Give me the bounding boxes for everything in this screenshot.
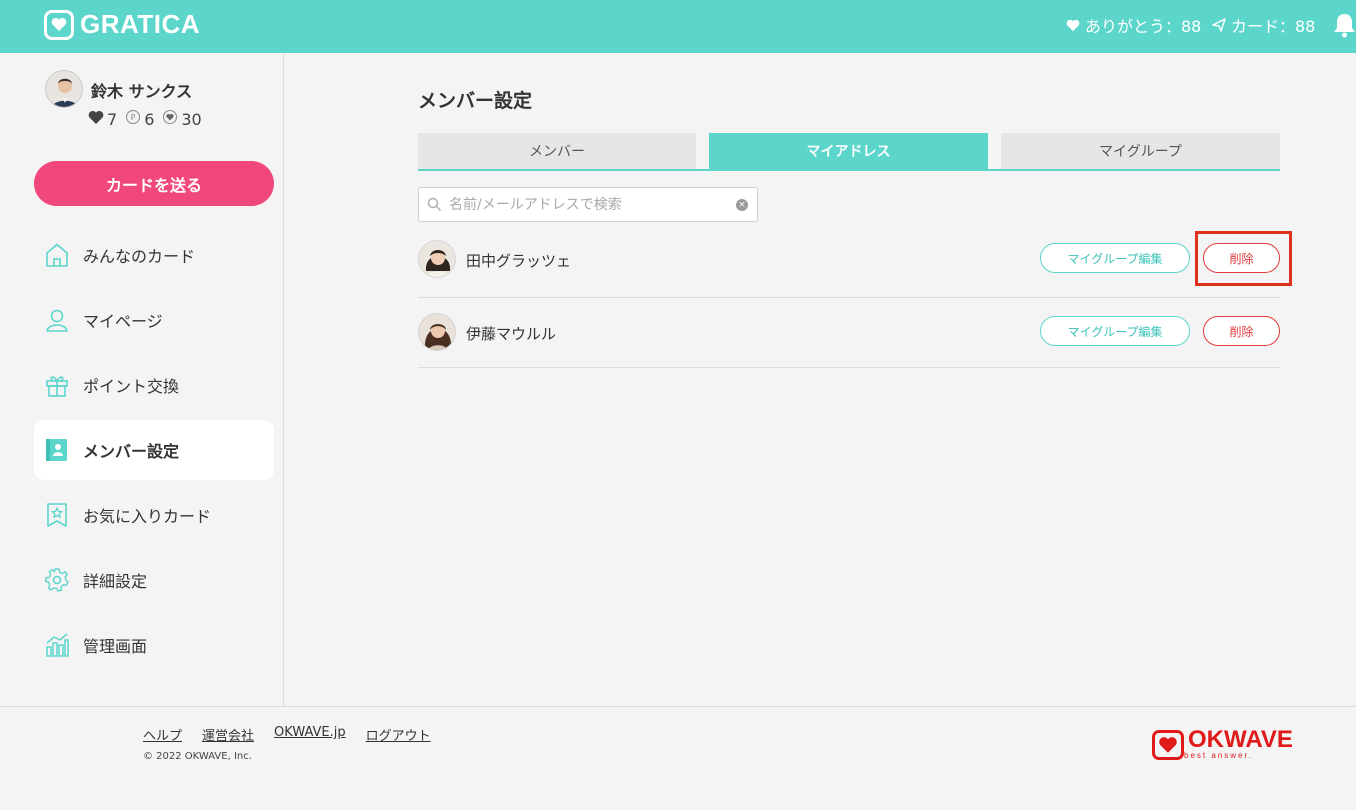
- footer-link-help[interactable]: ヘルプ: [143, 725, 182, 744]
- heart-icon: [88, 110, 104, 129]
- footer-link-okwave[interactable]: OKWAVE.jp: [274, 725, 346, 744]
- top-header: GRATICA ありがとう：88 カード：88: [0, 0, 1356, 53]
- sidebar-item-detail-settings[interactable]: 詳細設定: [34, 550, 274, 610]
- contact-book-icon: [44, 437, 70, 463]
- thanks-label: ありがとう：88: [1085, 17, 1202, 36]
- delete-button[interactable]: 削除: [1203, 316, 1280, 346]
- member-name: 伊藤マウルル: [466, 325, 557, 343]
- edit-group-button[interactable]: マイグループ編集: [1040, 243, 1190, 273]
- bookmark-star-icon: [44, 502, 70, 528]
- sidebar-item-label: 詳細設定: [83, 572, 148, 591]
- heart-stat: 7: [88, 110, 117, 129]
- send-card-button[interactable]: カードを送る: [34, 161, 274, 206]
- footer-link-company[interactable]: 運営会社: [202, 725, 254, 744]
- sidebar-item-label: マイページ: [83, 312, 163, 331]
- person-icon: [44, 307, 70, 333]
- point-coin-icon: P: [125, 109, 141, 129]
- thanks-counter: ありがとう：88: [1066, 13, 1201, 37]
- okwave-logo[interactable]: OKWAVE best answer.: [1152, 726, 1293, 760]
- points-count: 6: [144, 109, 155, 129]
- tab-my-address[interactable]: マイアドレス: [709, 133, 988, 169]
- paper-plane-icon: [1212, 18, 1226, 32]
- sidebar-item-my-page[interactable]: マイページ: [34, 290, 274, 350]
- sidebar-item-label: メンバー設定: [83, 442, 180, 461]
- main-content: メンバー設定 メンバー マイアドレス マイグループ × 田中グラッツェ マイグル…: [285, 53, 1356, 706]
- badges-count: 30: [181, 109, 202, 129]
- cards-label: カード：88: [1231, 17, 1316, 36]
- footer-links: ヘルプ 運営会社 OKWAVE.jp ログアウト: [143, 725, 431, 744]
- badge-stat: 30: [162, 109, 202, 129]
- sidebar-item-label: みんなのカード: [83, 247, 196, 266]
- gift-icon: [44, 372, 70, 398]
- sidebar-item-label: 管理画面: [83, 637, 148, 656]
- edit-group-button[interactable]: マイグループ編集: [1040, 316, 1190, 346]
- sidebar-item-label: お気に入りカード: [83, 507, 212, 526]
- search-icon: [427, 197, 442, 216]
- tab-bar: メンバー マイアドレス マイグループ: [418, 133, 1280, 171]
- sidebar-item-member-settings[interactable]: メンバー設定: [34, 420, 274, 480]
- heart-badge-icon: [162, 109, 178, 129]
- tab-members[interactable]: メンバー: [418, 133, 696, 169]
- svg-text:P: P: [131, 113, 136, 122]
- sidebar-item-favorite-cards[interactable]: お気に入りカード: [34, 485, 274, 545]
- heart-logo-icon: [44, 9, 74, 40]
- search-box: ×: [418, 187, 758, 222]
- sidebar: 鈴木 サンクス 7 P 6 30 カードを送る みんなのカード マイページ ポイ…: [0, 53, 284, 706]
- list-item: 伊藤マウルル マイグループ編集 削除: [418, 295, 1280, 368]
- heart-icon: [1066, 19, 1080, 32]
- highlight-box: [1195, 231, 1292, 286]
- gear-icon: [44, 567, 70, 593]
- clear-icon[interactable]: ×: [736, 199, 748, 211]
- tab-my-groups[interactable]: マイグループ: [1001, 133, 1280, 169]
- user-name: 鈴木 サンクス: [91, 82, 193, 101]
- copyright: © 2022 OKWAVE, Inc.: [143, 751, 252, 762]
- home-icon: [44, 242, 70, 268]
- sidebar-item-all-cards[interactable]: みんなのカード: [34, 225, 274, 285]
- page-title: メンバー設定: [418, 90, 533, 112]
- sidebar-item-point-exchange[interactable]: ポイント交換: [34, 355, 274, 415]
- gratica-logo[interactable]: GRATICA: [44, 9, 200, 40]
- footer-link-logout[interactable]: ログアウト: [366, 725, 431, 744]
- sidebar-item-label: ポイント交換: [83, 377, 180, 396]
- list-item: 田中グラッツェ マイグループ編集 削除: [418, 225, 1280, 298]
- okwave-brand: OKWAVE: [1188, 726, 1293, 753]
- cards-counter: カード：88: [1212, 13, 1315, 37]
- hearts-count: 7: [107, 109, 118, 129]
- avatar: [418, 240, 456, 278]
- okwave-heart-icon: [1152, 729, 1184, 760]
- member-name: 田中グラッツェ: [466, 252, 572, 270]
- avatar[interactable]: [45, 70, 83, 108]
- chart-icon: [44, 632, 70, 658]
- app-name: GRATICA: [80, 9, 201, 39]
- sidebar-item-admin[interactable]: 管理画面: [34, 615, 274, 675]
- user-stats: 7 P 6 30: [88, 109, 206, 129]
- points-stat: P 6: [125, 109, 154, 129]
- bell-icon[interactable]: [1333, 12, 1356, 42]
- footer: ヘルプ 運営会社 OKWAVE.jp ログアウト © 2022 OKWAVE, …: [0, 706, 1356, 810]
- search-input[interactable]: [449, 188, 729, 221]
- avatar: [418, 313, 456, 351]
